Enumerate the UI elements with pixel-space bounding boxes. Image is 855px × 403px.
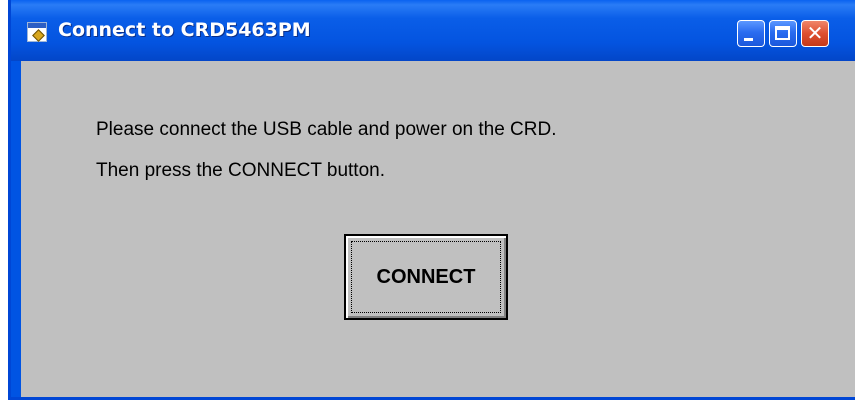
dialog-window: Connect to CRD5463PM ✕ Please connect th…: [8, 0, 855, 400]
connect-button-label: CONNECT: [351, 241, 501, 313]
app-icon[interactable]: [27, 22, 47, 42]
instruction-line-1: Please connect the USB cable and power o…: [96, 119, 557, 140]
app-icon-titlebar: [28, 23, 46, 28]
maximize-button[interactable]: [769, 20, 797, 47]
close-icon: ✕: [806, 21, 824, 45]
minimize-button[interactable]: [737, 20, 765, 47]
maximize-icon: [775, 26, 790, 40]
minimize-icon: [744, 38, 753, 41]
title-bar[interactable]: Connect to CRD5463PM ✕: [11, 0, 855, 61]
app-icon-diamond: [32, 29, 45, 42]
connect-button[interactable]: CONNECT: [344, 234, 508, 320]
window-title: Connect to CRD5463PM: [58, 19, 311, 41]
instruction-line-2: Then press the CONNECT button.: [96, 160, 385, 181]
dialog-client-area: Please connect the USB cable and power o…: [21, 61, 855, 397]
close-button[interactable]: ✕: [801, 20, 829, 47]
